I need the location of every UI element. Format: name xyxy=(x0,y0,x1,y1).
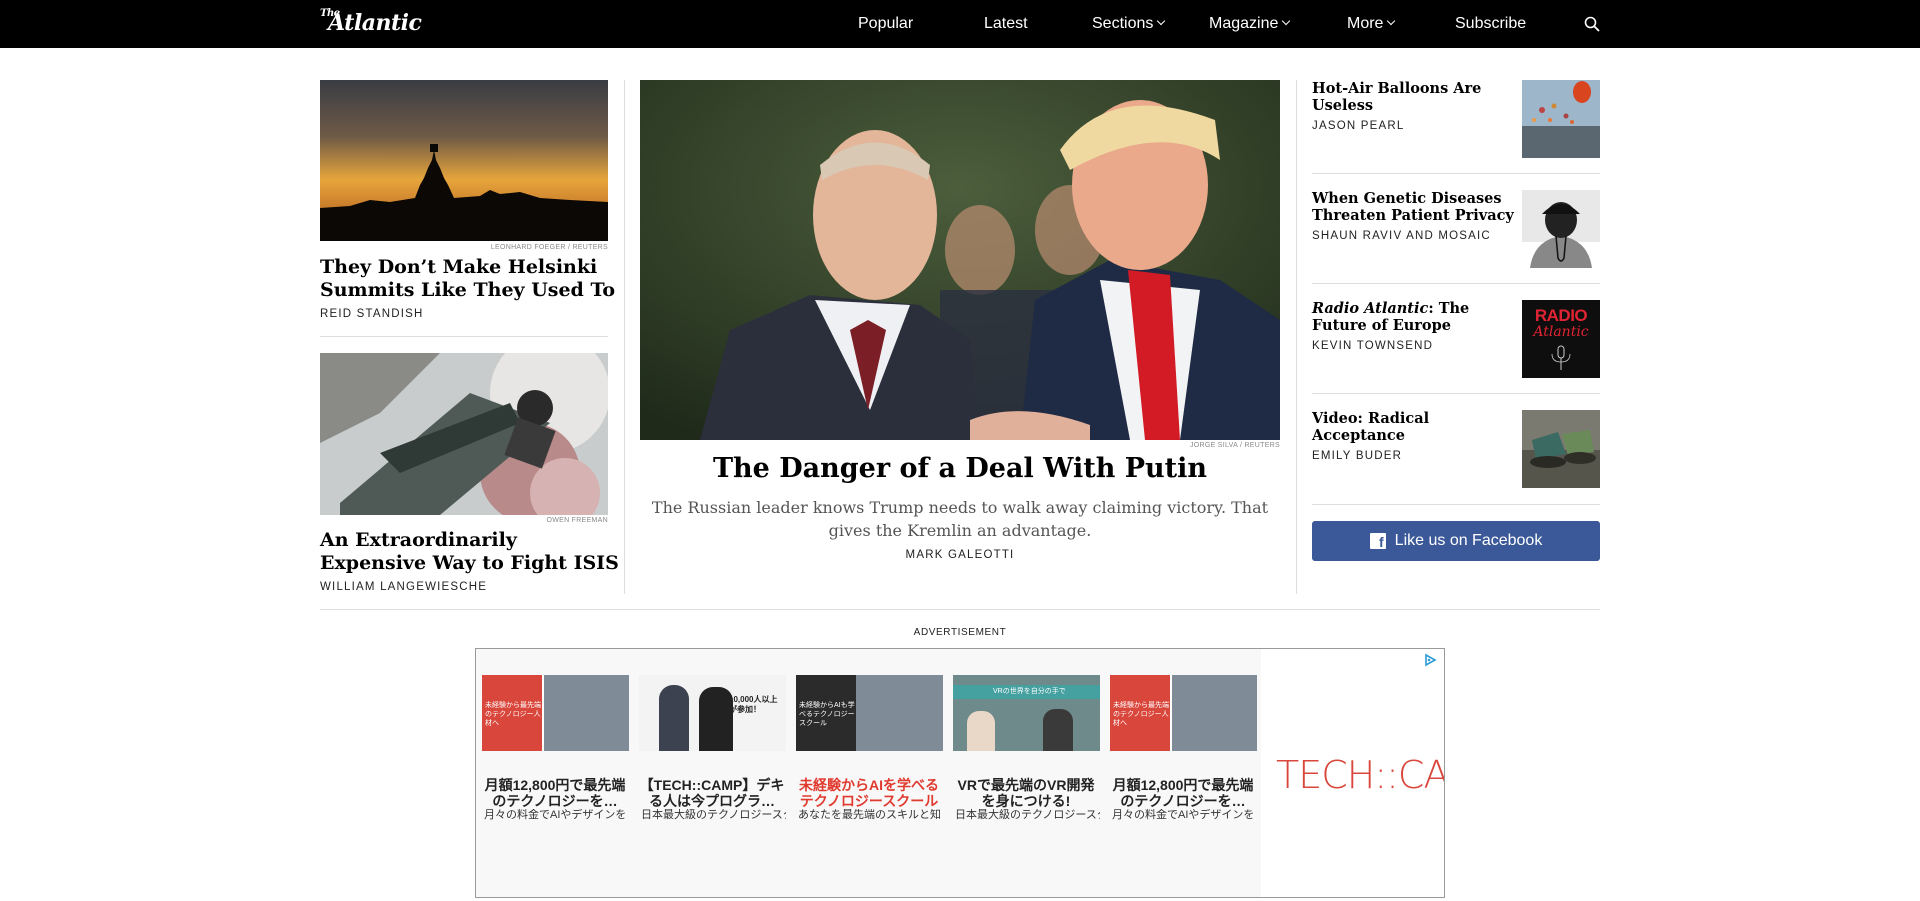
divider xyxy=(1312,393,1600,394)
ad-thumbnail: 未経験から最先端のテクノロジー人材へ xyxy=(1110,675,1257,751)
ad-title: 月額12,800円で最先端のテクノロジーを… xyxy=(484,777,626,809)
nav-more[interactable]: More xyxy=(1347,15,1396,33)
column-divider xyxy=(1296,80,1297,594)
chevron-down-icon xyxy=(1387,16,1396,26)
story-headline[interactable]: Hot-Air Balloons Are Useless xyxy=(1312,80,1517,114)
nav-sections[interactable]: Sections xyxy=(1092,15,1166,33)
story-byline[interactable]: REID STANDISH xyxy=(320,308,424,320)
story-byline[interactable]: WILLIAM LANGEWIESCHE xyxy=(320,581,487,593)
putin-trump-photo[interactable] xyxy=(640,80,1280,440)
ad-thumbnail: 未経験から最先端のテクノロジー人材へ xyxy=(482,675,629,751)
ad-banner[interactable]: 未経験から最先端のテクノロジー人材へ 月額12,800円で最先端のテクノロジーを… xyxy=(475,648,1445,898)
image-credit: OWEN FREEMAN xyxy=(546,517,608,524)
advertisement-label: ADVERTISEMENT xyxy=(913,627,1007,638)
facebook-button-label: Like us on Facebook xyxy=(1394,532,1543,549)
story-byline[interactable]: SHAUN RAVIV AND MOSAIC xyxy=(1312,230,1491,242)
headline-emphasis: Radio Atlantic xyxy=(1312,300,1429,317)
ad-subtitle: 月々の料金でAIやデザインを xyxy=(484,809,627,821)
search-icon[interactable] xyxy=(1584,16,1600,32)
ad-title: VRで最先端のVR開発を身につける! xyxy=(957,777,1095,809)
divider xyxy=(1312,504,1600,505)
ad-thumbnail: VRの世界を自分の手で xyxy=(953,675,1100,751)
divider xyxy=(320,336,608,337)
helsinki-skyline-image[interactable] xyxy=(320,80,608,241)
nav-magazine[interactable]: Magazine xyxy=(1209,15,1291,33)
ad-subtitle: 日本最大級のテクノロジースクール xyxy=(955,809,1100,821)
story-byline[interactable]: KEVIN TOWNSEND xyxy=(1312,340,1433,352)
story-headline[interactable]: Radio Atlantic: The Future of Europe xyxy=(1312,300,1517,334)
nav-subscribe[interactable]: Subscribe xyxy=(1455,15,1526,33)
site-logo[interactable]: The Atlantic xyxy=(320,8,422,36)
image-credit: JORGE SILVA / REUTERS xyxy=(1189,442,1280,449)
ad-card[interactable]: 未経験からAIも学べるテクノロジースクール 未経験からAIを学べるテクノロジース… xyxy=(790,649,947,897)
ad-thumbnail: 未経験からAIも学べるテクノロジースクール xyxy=(796,675,943,751)
ad-thumbnail: 10,000人以上が参加！ xyxy=(639,675,786,751)
video-thumbnail[interactable] xyxy=(1522,410,1600,488)
story-byline[interactable]: EMILY BUDER xyxy=(1312,450,1402,462)
facebook-like-button[interactable]: f Like us on Facebook xyxy=(1312,521,1600,561)
story-headline[interactable]: Video: Radical Acceptance xyxy=(1312,410,1517,444)
story-headline[interactable]: They Don’t Make Helsinki Summits Like Th… xyxy=(320,256,620,302)
ad-subtitle: 日本最大級のテクノロジースクール xyxy=(641,809,786,821)
ad-thumbnail-text: 10,000人以上が参加！ xyxy=(729,695,778,714)
ad-card[interactable]: 未経験から最先端のテクノロジー人材へ 月額12,800円で最先端のテクノロジーを… xyxy=(476,649,633,897)
ad-thumbnail-text: VRの世界を自分の手で xyxy=(993,688,1066,695)
ad-subtitle: あなたを最先端のスキルと知 xyxy=(798,809,941,821)
section-divider xyxy=(320,609,1600,610)
ad-title: 【TECH::CAMP】デキる人は今プログラ… xyxy=(639,777,785,809)
main-byline[interactable]: MARK GALEOTTI xyxy=(640,549,1280,561)
nav-latest[interactable]: Latest xyxy=(984,15,1028,33)
story-headline[interactable]: When Genetic Diseases Threaten Patient P… xyxy=(1312,190,1517,224)
ad-choices-icon[interactable] xyxy=(1423,653,1437,667)
nav-sections-label: Sections xyxy=(1092,15,1154,32)
ad-thumbnail-text: 未経験から最先端のテクノロジー人材へ xyxy=(485,702,541,727)
facebook-icon: f xyxy=(1369,533,1386,550)
ad-title: 未経験からAIを学べるテクノロジースクール xyxy=(799,777,939,809)
balloons-thumbnail[interactable] xyxy=(1522,80,1600,158)
image-credit: LEONHARD FOEGER / REUTERS xyxy=(490,244,608,251)
ad-title: 月額12,800円で最先端のテクノロジーを… xyxy=(1112,777,1254,809)
ad-card[interactable]: 未経験から最先端のテクノロジー人材へ 月額12,800円で最先端のテクノロジーを… xyxy=(1104,649,1261,897)
chevron-down-icon xyxy=(1282,16,1291,26)
main-dek: The Russian leader knows Trump needs to … xyxy=(651,498,1269,540)
chevron-down-icon xyxy=(1157,16,1166,26)
isis-illustration-image[interactable] xyxy=(320,353,608,515)
top-nav-bar: The Atlantic Popular Latest Sections Mag… xyxy=(0,0,1920,48)
techcamp-logo[interactable]: TECH::CAMP xyxy=(1276,753,1444,797)
column-divider xyxy=(624,80,625,594)
ad-subtitle: 月々の料金でAIやデザインを xyxy=(1112,809,1255,821)
logo-the: The xyxy=(320,8,340,19)
nav-magazine-label: Magazine xyxy=(1209,15,1279,32)
nav-popular[interactable]: Popular xyxy=(858,15,913,33)
divider xyxy=(1312,283,1600,284)
ad-thumbnail-text: 未経験からAIも学べるテクノロジースクール xyxy=(799,702,855,727)
microphone-icon xyxy=(1551,345,1571,370)
main-headline[interactable]: The Danger of a Deal With Putin xyxy=(640,452,1280,486)
divider xyxy=(1312,173,1600,174)
nav-more-label: More xyxy=(1347,15,1384,32)
ad-card[interactable]: 10,000人以上が参加！ 【TECH::CAMP】デキる人は今プログラ… 日本… xyxy=(633,649,790,897)
story-byline[interactable]: JASON PEARL xyxy=(1312,120,1404,132)
genetics-thumbnail[interactable] xyxy=(1522,190,1600,268)
ad-thumbnail-text: 未経験から最先端のテクノロジー人材へ xyxy=(1113,702,1169,727)
radio-atlantic-thumbnail[interactable]: RADIO Atlantic xyxy=(1522,300,1600,378)
ad-card[interactable]: VRの世界を自分の手で VRで最先端のVR開発を身につける! 日本最大級のテクノ… xyxy=(947,649,1104,897)
story-headline[interactable]: An Extraordinarily Expensive Way to Figh… xyxy=(320,529,620,575)
